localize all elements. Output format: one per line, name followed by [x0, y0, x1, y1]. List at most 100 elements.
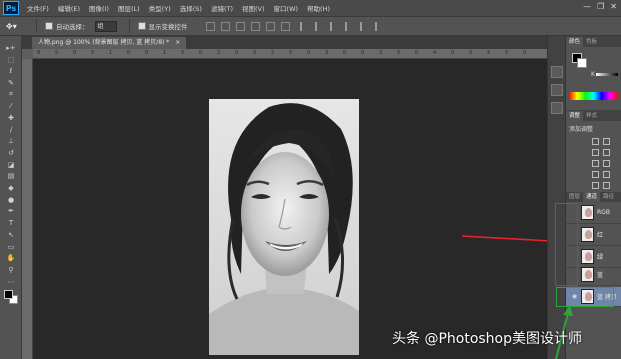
ruler-label: 0 — [469, 50, 473, 56]
healing-brush-tool-icon[interactable]: ✚ — [0, 112, 22, 124]
restore-icon[interactable]: ❐ — [597, 2, 604, 11]
brightness-icon[interactable] — [592, 138, 599, 145]
align-left-icon[interactable] — [250, 21, 260, 31]
align-right-icon[interactable] — [280, 21, 290, 31]
color-spectrum[interactable] — [569, 92, 618, 100]
tab-channels[interactable]: 通道 — [583, 192, 601, 202]
brush-tool-icon[interactable]: ∕ — [0, 124, 22, 136]
minimize-icon[interactable]: — — [583, 2, 591, 11]
curves-icon[interactable] — [592, 149, 599, 156]
horizontal-ruler[interactable]: 8505100150200250300350400450 — [33, 49, 547, 59]
distribute-vcenter-icon[interactable] — [314, 21, 324, 31]
quick-select-tool-icon[interactable]: ✎ — [0, 77, 22, 89]
color-picker: K — [566, 47, 621, 92]
portrait-photo — [209, 99, 359, 355]
eyedropper-tool-icon[interactable]: ⁄ — [0, 100, 22, 112]
color-balance-icon[interactable] — [603, 160, 610, 167]
clone-stamp-tool-icon[interactable]: ⊥ — [0, 136, 22, 148]
distribute-buttons — [299, 21, 384, 31]
levels-icon[interactable] — [603, 138, 610, 145]
ruler-origin[interactable] — [22, 49, 33, 59]
ruler-label: 0 — [235, 50, 239, 56]
blur-tool-icon[interactable]: ◆ — [0, 182, 22, 194]
distribute-left-icon[interactable] — [344, 21, 354, 31]
dodge-tool-icon[interactable]: ● — [0, 194, 22, 206]
tab-styles[interactable]: 样式 — [583, 111, 600, 121]
auto-select-dropdown[interactable]: 组 — [94, 20, 117, 32]
actions-panel-icon[interactable] — [550, 102, 563, 114]
menu-filter[interactable]: 滤镜(T) — [211, 3, 233, 13]
black-white-icon[interactable] — [592, 171, 599, 178]
hue-saturation-icon[interactable] — [592, 160, 599, 167]
pen-tool-icon[interactable]: ✒ — [0, 206, 22, 218]
marquee-tool-icon[interactable]: ⬚ — [0, 54, 22, 66]
tab-layers[interactable]: 图层 — [566, 192, 583, 202]
auto-select-checkbox[interactable] — [45, 22, 53, 30]
ruler-label: 1 — [109, 50, 113, 56]
menu-file[interactable]: 文件(F) — [27, 3, 49, 13]
eraser-tool-icon[interactable]: ◪ — [0, 159, 22, 171]
menu-type[interactable]: 类型(Y) — [149, 3, 171, 13]
more-tools-icon[interactable]: ⋯ — [0, 276, 22, 288]
ruler-label: 0 — [73, 50, 77, 56]
menu-view[interactable]: 视图(V) — [242, 3, 265, 13]
distribute-top-icon[interactable] — [299, 21, 309, 31]
rectangle-tool-icon[interactable]: ▭ — [0, 241, 22, 253]
hand-tool-icon[interactable]: ✋ — [0, 252, 22, 264]
vibrance-icon[interactable] — [603, 149, 610, 156]
ruler-label: 2 — [271, 50, 275, 56]
channel-name: 绿 — [597, 254, 604, 261]
history-brush-tool-icon[interactable]: ↺ — [0, 147, 22, 159]
ruler-label: 2 — [217, 50, 221, 56]
photo-filter-icon[interactable] — [603, 171, 610, 178]
ruler-label: 0 — [199, 50, 203, 56]
tab-color[interactable]: 颜色 — [566, 37, 584, 47]
ruler-label: 8 — [37, 50, 41, 56]
menu-image[interactable]: 图像(I) — [89, 3, 109, 13]
close-icon[interactable]: ✕ — [610, 2, 617, 11]
menu-help[interactable]: 帮助(H) — [307, 3, 330, 13]
panel-background-swatch[interactable] — [577, 58, 587, 68]
distribute-bottom-icon[interactable] — [329, 21, 339, 31]
menu-edit[interactable]: 编辑(E) — [58, 3, 80, 13]
tab-paths[interactable]: 路径 — [600, 192, 617, 202]
distribute-hcenter-icon[interactable] — [359, 21, 369, 31]
document-tab[interactable]: 人物.png @ 100% (背景图层 拷贝, 蓝 拷贝/8) * × — [32, 37, 187, 49]
menu-window[interactable]: 窗口(W) — [274, 3, 299, 13]
ruler-label: 4 — [433, 50, 437, 56]
tab-adjustments[interactable]: 调整 — [566, 111, 584, 121]
tab-close-icon[interactable]: × — [175, 39, 180, 46]
zoom-tool-icon[interactable]: ⚲ — [0, 264, 22, 276]
properties-panel-icon[interactable] — [550, 84, 563, 96]
tab-swatches[interactable]: 色板 — [583, 37, 600, 47]
align-vcenter-icon[interactable] — [220, 21, 230, 31]
invert-icon[interactable] — [592, 182, 599, 189]
document-tab-label: 人物.png @ 100% (背景图层 拷贝, 蓝 拷贝/8) * — [38, 39, 170, 46]
ruler-label: 0 — [415, 50, 419, 56]
path-select-tool-icon[interactable]: ↖ — [0, 229, 22, 241]
ruler-label: 0 — [343, 50, 347, 56]
history-panel-icon[interactable] — [550, 66, 563, 78]
divider — [36, 19, 37, 33]
gradient-tool-icon[interactable]: ▤ — [0, 171, 22, 183]
lasso-tool-icon[interactable]: ℓ — [0, 65, 22, 77]
move-tool-preset-icon[interactable]: ✥▾ — [6, 20, 32, 33]
menu-select[interactable]: 选择(S) — [180, 3, 202, 13]
ruler-label: 5 — [181, 50, 185, 56]
crop-tool-icon[interactable]: ⌗ — [0, 89, 22, 101]
menu-layer[interactable]: 图层(L) — [118, 3, 140, 13]
move-tool-icon[interactable]: ▸+ — [0, 42, 22, 54]
align-top-icon[interactable] — [205, 21, 215, 31]
vertical-ruler[interactable] — [22, 59, 33, 359]
foreground-color-swatch[interactable] — [4, 290, 13, 300]
align-bottom-icon[interactable] — [235, 21, 245, 31]
posterize-icon[interactable] — [603, 182, 610, 189]
color-swatches[interactable] — [0, 287, 22, 307]
distribute-right-icon[interactable] — [374, 21, 384, 31]
type-tool-icon[interactable]: T — [0, 217, 22, 229]
show-transform-checkbox[interactable] — [137, 22, 146, 30]
ruler-label: 3 — [379, 50, 383, 56]
k-channel-slider[interactable] — [596, 73, 618, 76]
ruler-label: 5 — [397, 50, 401, 56]
align-hcenter-icon[interactable] — [265, 21, 275, 31]
